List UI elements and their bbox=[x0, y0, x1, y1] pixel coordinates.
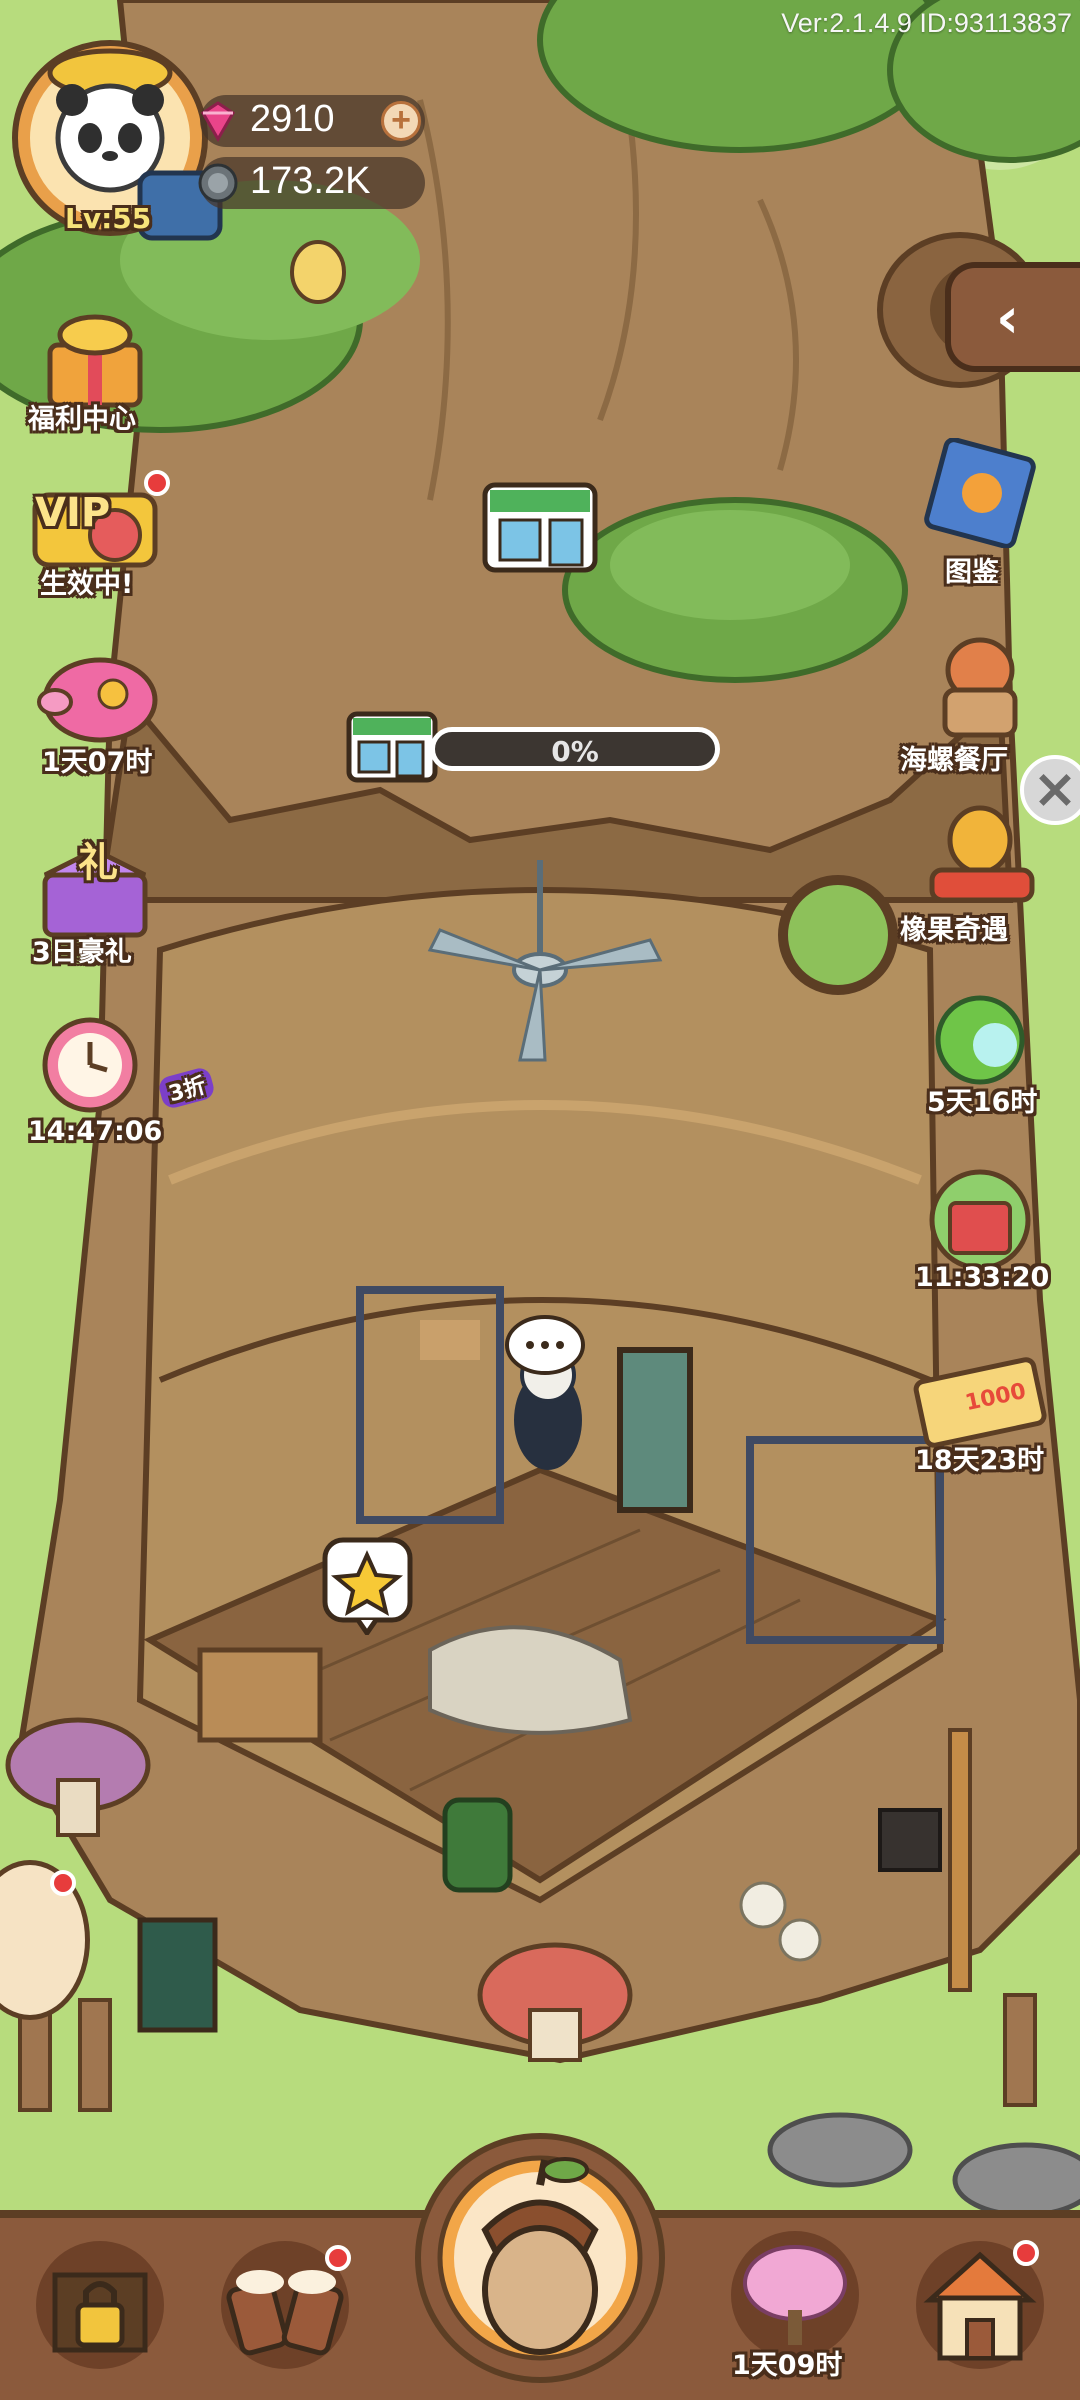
coin-icon bbox=[195, 160, 241, 206]
shop-progress-icon bbox=[345, 700, 440, 785]
gift-house-icon bbox=[929, 1169, 1031, 1271]
acorn-main-icon bbox=[415, 2133, 665, 2383]
star-bubble-button[interactable] bbox=[320, 1535, 415, 1638]
vip-tag: VIP bbox=[35, 490, 111, 536]
house-notification-dot bbox=[1013, 2240, 1039, 2266]
green-potion-button[interactable]: 5天16时 bbox=[905, 985, 1055, 1118]
edge-bear-notification-dot bbox=[50, 1870, 76, 1896]
alarm-clock-icon bbox=[42, 1017, 138, 1113]
piggy-bank-icon bbox=[37, 657, 158, 743]
gift-house-button[interactable]: 11:33:20 bbox=[905, 1165, 1055, 1295]
version-id-text: Ver:2.1.4.9 ID:93113837 bbox=[781, 8, 1072, 38]
collapse-menu-button[interactable]: ‹ bbox=[945, 262, 1080, 372]
cheers-mug-button[interactable] bbox=[215, 2230, 355, 2380]
green-potion-timer: 5天16时 bbox=[927, 1087, 1038, 1118]
discount-ticket-button[interactable]: 1000 18天23时 bbox=[905, 1350, 1055, 1480]
acorn-adventure-icon bbox=[929, 805, 1035, 903]
octopus-restaurant-button[interactable]: 海螺餐厅 bbox=[900, 630, 1055, 776]
shop-icon bbox=[482, 482, 598, 573]
house-button[interactable] bbox=[905, 2230, 1055, 2380]
main-acorn-button[interactable] bbox=[415, 2130, 665, 2385]
sakura-tree-button[interactable]: 1天09时 bbox=[720, 2225, 870, 2390]
gift-chest-tag: 礼 bbox=[78, 840, 118, 886]
gift-house-timer: 11:33:20 bbox=[915, 1262, 1050, 1293]
vip-button[interactable]: VIP 生效中! bbox=[20, 470, 170, 600]
piggy-bank-button[interactable]: 1天07时 bbox=[20, 650, 170, 780]
shop-building-button[interactable] bbox=[480, 465, 600, 575]
locked-shop-icon bbox=[36, 2241, 164, 2369]
acorn-counter: 173.2K bbox=[198, 157, 425, 209]
octopus-restaurant-label: 海螺餐厅 bbox=[900, 745, 1008, 776]
piggy-bank-timer: 1天07时 bbox=[42, 747, 153, 778]
alarm-sale-timer: 14:47:06 bbox=[28, 1116, 163, 1147]
green-potion-icon bbox=[935, 995, 1025, 1085]
sakura-tree-timer: 1天09时 bbox=[732, 2350, 843, 2381]
gem-count: 2910 bbox=[250, 98, 335, 140]
star-icon bbox=[322, 1537, 413, 1638]
locked-shop-button[interactable] bbox=[30, 2230, 170, 2380]
gem-icon bbox=[195, 99, 241, 143]
sakura-tree-icon bbox=[731, 2231, 859, 2359]
chevron-left-icon: ‹ bbox=[996, 286, 1020, 351]
shop-progress-text: 0% bbox=[551, 735, 599, 768]
collection-book-label: 图鉴 bbox=[945, 557, 999, 588]
octopus-restaurant-icon bbox=[942, 637, 1018, 738]
alarm-sale-button[interactable]: 3折 14:47:06 bbox=[20, 1010, 217, 1147]
acorn-adventure-label: 橡果奇遇 bbox=[900, 915, 1008, 946]
vip-notification-dot bbox=[144, 470, 170, 496]
gem-counter: 2910 + bbox=[200, 95, 425, 147]
collection-book-button[interactable]: 图鉴 bbox=[905, 438, 1055, 588]
three-day-gift-button[interactable]: 礼 3日豪礼 bbox=[20, 830, 170, 968]
discount-ticket-timer: 18天23时 bbox=[915, 1445, 1045, 1476]
shop-progress-bar: 0% bbox=[430, 727, 720, 771]
player-level: Lv:55 bbox=[65, 202, 152, 235]
welfare-center-label: 福利中心 bbox=[28, 404, 136, 435]
cheers-notification-dot bbox=[325, 2245, 351, 2271]
acorn-count: 173.2K bbox=[250, 160, 371, 202]
welfare-center-button[interactable]: 福利中心 bbox=[20, 305, 170, 435]
three-day-gift-label: 3日豪礼 bbox=[32, 937, 132, 968]
vip-status-label: 生效中! bbox=[40, 569, 134, 600]
collection-book-icon bbox=[924, 438, 1036, 548]
add-gems-button[interactable]: + bbox=[381, 101, 421, 141]
